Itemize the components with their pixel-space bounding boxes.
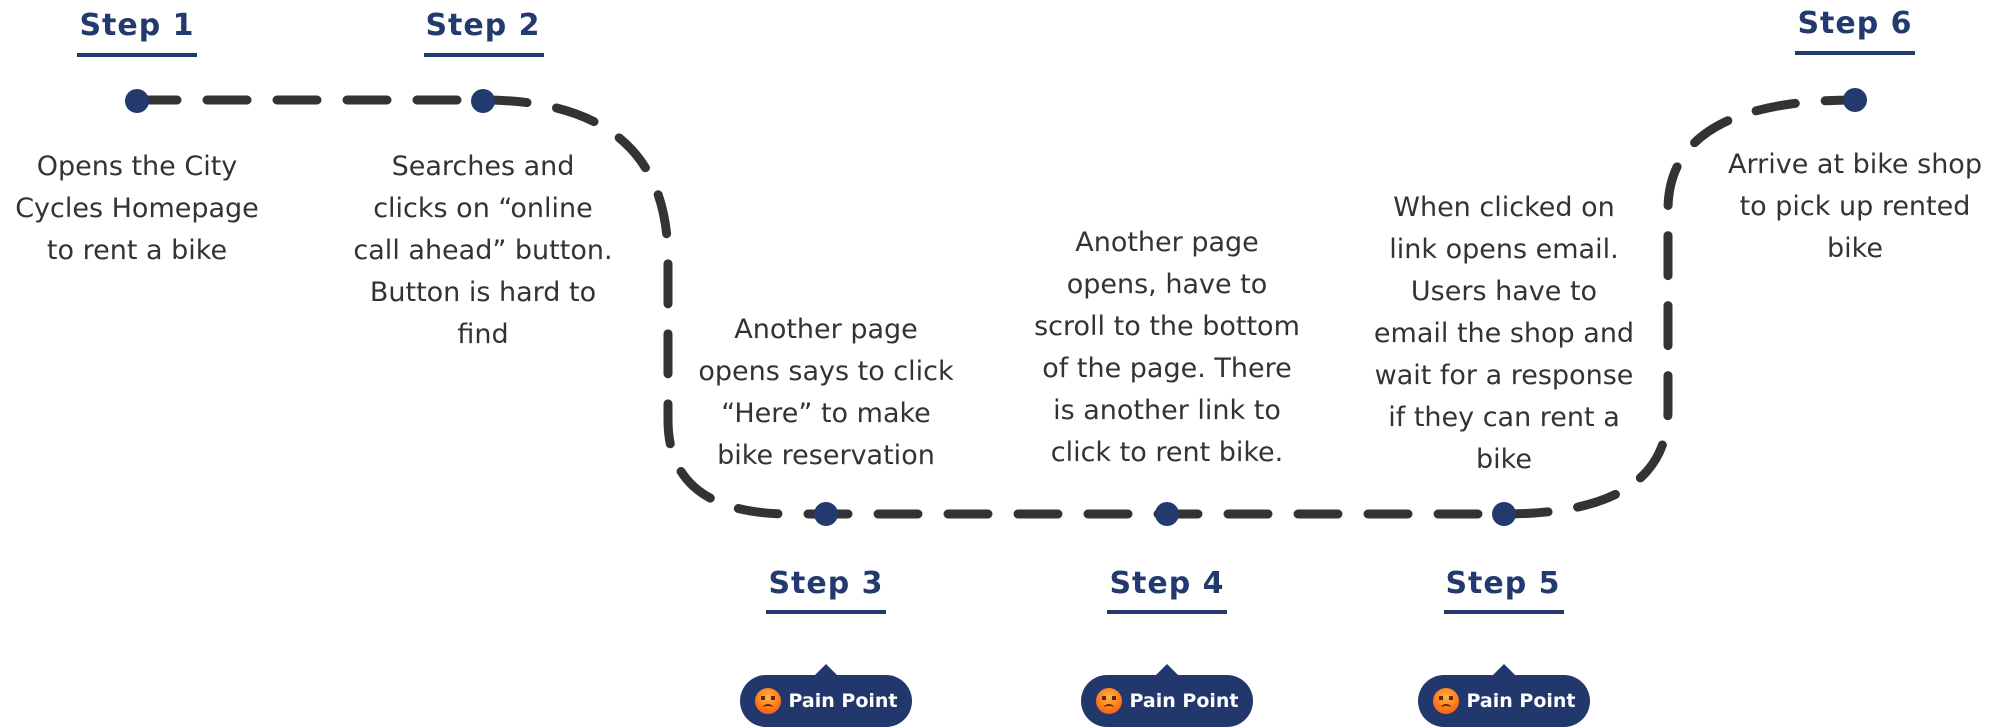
- journey-path: [125, 88, 1867, 526]
- desc-line: Arrive at bike shop: [1728, 149, 1982, 180]
- desc-line: Searches and: [391, 151, 575, 182]
- step-4-dot: [1155, 502, 1179, 526]
- step-1-label: Step 1: [79, 8, 195, 43]
- desc-line: to rent a bike: [46, 235, 228, 266]
- desc-line: Users have to: [1410, 276, 1598, 307]
- desc-line: scroll to the bottom: [1034, 311, 1300, 342]
- step-2-description: Searches and clicks on “online call ahea…: [333, 146, 633, 356]
- step-6-description: Arrive at bike shop to pick up rented bi…: [1705, 144, 1993, 270]
- angry-face-icon: [1095, 688, 1122, 714]
- desc-line: find: [457, 319, 509, 350]
- step-3-label: Step 3: [768, 566, 884, 601]
- desc-line: email the shop and: [1373, 318, 1635, 349]
- desc-line: opens, have to: [1066, 269, 1268, 300]
- pain-point-label: Pain Point: [788, 690, 898, 712]
- desc-line: bike: [1476, 444, 1532, 475]
- desc-line: opens says to click: [698, 356, 954, 387]
- pain-point-label: Pain Point: [1466, 690, 1576, 712]
- step-4-pain-point-badge: Pain Point: [1081, 664, 1253, 727]
- step-1-description: Opens the City Cycles Homepage to rent a…: [0, 146, 287, 272]
- step-5-description: When clicked on link opens email. Users …: [1354, 187, 1654, 481]
- step-6-underline: [1795, 51, 1915, 55]
- step-3-dot: [814, 502, 838, 526]
- step-2-underline: [424, 53, 544, 57]
- desc-line: bike reservation: [717, 440, 935, 471]
- step-3-underline: [766, 610, 886, 614]
- desc-line: link opens email.: [1389, 234, 1619, 265]
- desc-line: call ahead” button.: [353, 235, 613, 266]
- step-4-label: Step 4: [1109, 566, 1225, 601]
- pain-point-label: Pain Point: [1129, 690, 1239, 712]
- desc-line: is another link to: [1053, 395, 1281, 426]
- desc-line: clicks on “online: [373, 193, 593, 224]
- step-2-dot: [471, 89, 495, 113]
- desc-line: When clicked on: [1393, 192, 1615, 223]
- angry-face-icon: [1432, 688, 1459, 714]
- desc-line: wait for a response: [1374, 360, 1634, 391]
- step-3-description: Another page opens says to click “Here” …: [676, 309, 976, 477]
- desc-line: of the page. There: [1042, 353, 1292, 384]
- step-6-dot: [1843, 88, 1867, 112]
- desc-line: Another page: [1075, 227, 1259, 258]
- step-5-pain-point-badge: Pain Point: [1418, 664, 1590, 727]
- step-3-pain-point-badge: Pain Point: [740, 664, 912, 727]
- step-4-underline: [1107, 610, 1227, 614]
- step-5-underline: [1444, 610, 1564, 614]
- step-6-label: Step 6: [1797, 6, 1913, 41]
- step-5-dot: [1492, 502, 1516, 526]
- desc-line: if they can rent a: [1388, 402, 1620, 433]
- step-2-label: Step 2: [425, 8, 541, 43]
- desc-line: Another page: [734, 314, 918, 345]
- desc-line: click to rent bike.: [1050, 437, 1284, 468]
- step-1-dot: [125, 89, 149, 113]
- step-1-underline: [77, 53, 197, 57]
- angry-face-icon: [754, 688, 781, 714]
- step-4-description: Another page opens, have to scroll to th…: [1017, 222, 1317, 474]
- desc-line: to pick up rented: [1739, 191, 1971, 222]
- step-5-label: Step 5: [1445, 566, 1561, 601]
- desc-line: Button is hard to: [369, 277, 597, 308]
- desc-line: Opens the City: [36, 151, 238, 182]
- desc-line: Cycles Homepage: [15, 193, 259, 224]
- desc-line: bike: [1827, 233, 1883, 264]
- desc-line: “Here” to make: [721, 398, 931, 429]
